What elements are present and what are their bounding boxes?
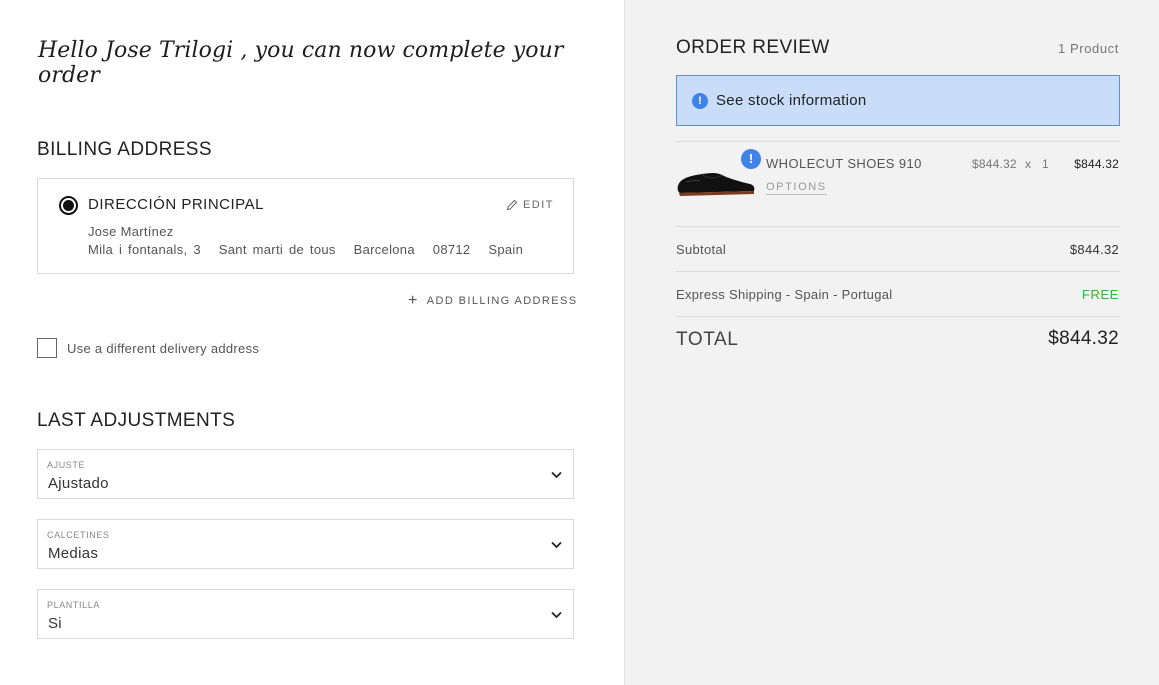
billing-address-card[interactable]: DIRECCIÓN PRINCIPAL EDIT Jose Martínez M…	[37, 178, 574, 274]
chevron-down-icon	[551, 541, 562, 549]
greeting-heading: Hello Jose Trilogi , you can now complet…	[38, 38, 564, 88]
edit-label: EDIT	[522, 199, 554, 211]
edit-address-button[interactable]: EDIT	[506, 199, 554, 211]
divider	[676, 316, 1120, 317]
divider	[676, 141, 1120, 142]
address-street: Mila i fontanals, 3	[88, 242, 201, 257]
total-value: $844.32	[1048, 328, 1119, 349]
order-review-title: ORDER REVIEW	[676, 37, 830, 58]
product-line-total: $844.32	[1074, 157, 1119, 171]
plus-icon: +	[408, 292, 419, 309]
address-line: Mila i fontanals, 3 Sant marti de tous B…	[88, 242, 535, 257]
total-label: TOTAL	[676, 329, 739, 350]
chevron-down-icon	[551, 471, 562, 479]
address-name: DIRECCIÓN PRINCIPAL	[88, 196, 264, 213]
select-value: Medias	[48, 545, 99, 562]
different-delivery-label: Use a different delivery address	[67, 340, 260, 356]
select-ajuste[interactable]: AJUSTE Ajustado	[37, 449, 574, 499]
address-zip: 08712	[432, 242, 471, 257]
exclamation-icon: !	[741, 149, 761, 169]
add-billing-label: ADD BILLING ADDRESS	[426, 295, 578, 307]
billing-address-title: BILLING ADDRESS	[37, 139, 212, 160]
checkout-left-panel: Hello Jose Trilogi , you can now complet…	[0, 0, 624, 685]
product-unit-price: $844.32	[972, 157, 1017, 171]
stock-info-banner[interactable]: ! See stock information	[676, 75, 1120, 126]
times-sign: x	[1025, 157, 1031, 171]
product-options-link[interactable]: OPTIONS	[766, 181, 827, 195]
address-country: Spain	[488, 242, 524, 257]
last-adjustments-title: LAST ADJUSTMENTS	[37, 410, 236, 431]
different-delivery-checkbox[interactable]	[37, 338, 57, 358]
stock-info-text: See stock information	[716, 92, 867, 109]
address-town: Sant marti de tous	[218, 242, 336, 257]
shipping-label: Express Shipping - Spain - Portugal	[676, 287, 893, 302]
select-label: PLANTILLA	[47, 600, 100, 610]
address-person: Jose Martínez	[88, 224, 174, 239]
address-city: Barcelona	[353, 242, 415, 257]
info-icon: !	[692, 93, 708, 109]
divider	[676, 271, 1120, 272]
add-billing-address-button[interactable]: + ADD BILLING ADDRESS	[408, 292, 578, 309]
pencil-icon	[506, 199, 518, 211]
chevron-down-icon	[551, 611, 562, 619]
product-count: 1 Product	[1057, 41, 1119, 56]
select-value: Ajustado	[48, 475, 109, 492]
shipping-value: FREE	[1081, 287, 1119, 302]
address-radio-selected[interactable]	[59, 196, 78, 215]
select-label: AJUSTE	[47, 460, 86, 470]
shoe-product-image	[677, 173, 755, 196]
order-review-panel: ORDER REVIEW 1 Product ! See stock infor…	[624, 0, 1159, 685]
select-value: Si	[48, 615, 62, 632]
select-plantilla[interactable]: PLANTILLA Si	[37, 589, 574, 639]
divider	[676, 226, 1120, 227]
product-name: WHOLECUT SHOES 910	[766, 156, 922, 171]
select-label: CALCETINES	[47, 530, 110, 540]
subtotal-value: $844.32	[1069, 242, 1119, 257]
select-calcetines[interactable]: CALCETINES Medias	[37, 519, 574, 569]
subtotal-label: Subtotal	[676, 242, 727, 257]
product-quantity: 1	[1042, 157, 1049, 171]
different-delivery-option[interactable]: Use a different delivery address	[37, 338, 259, 358]
